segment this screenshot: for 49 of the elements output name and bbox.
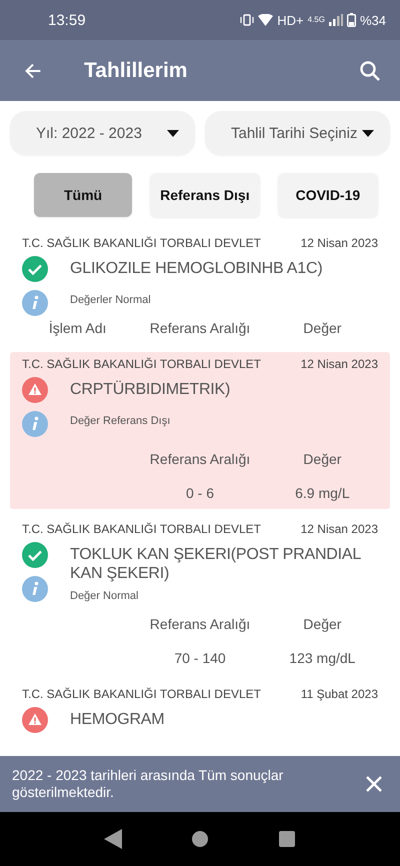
result-date: 12 Nisan 2023 [300,522,378,536]
filter-tab[interactable]: COVID-19 [278,173,378,217]
column-header: Referans Aralığı [148,320,252,336]
result-value: 123 mg/dL [288,650,356,666]
hospital-name: T.C. SAĞLIK BAKANLIĞI TORBALI DEVLET [22,357,261,371]
column-header: Değer [302,616,342,632]
recents-nav-icon[interactable] [278,830,296,848]
filter-dropdown[interactable]: Tahlil Tarihi Seçiniz [205,111,390,155]
column-header: Referans Aralığı [148,451,252,467]
result-note: Değerler Normal [70,294,152,308]
result-note: Değer Referans Dışı [70,415,172,429]
page-title: Tahlillerim [84,58,188,82]
battery-level: %34 [360,12,386,28]
info-icon [22,411,48,437]
network-type: 4.5G [308,14,325,24]
reference-range: 0 - 6 [184,485,215,501]
hospital-name: T.C. SAĞLIK BAKANLIĞI TORBALI DEVLET [22,236,261,250]
test-name: GLIKOZILE HEMOGLOBINHB A1C) [70,259,324,279]
column-header: İşlem Adı [48,320,108,336]
snackbar-message: 2022 - 2023 tarihleri arasında Tüm sonuçlar gösterilmektedir. [12,767,284,801]
result-date: 12 Nisan 2023 [300,236,378,250]
test-name: HEMOGRAM [70,710,166,729]
result-date: 11 Şubat 2023 [300,687,378,701]
test-name: CRPTÜRBIDIMETRIK) [70,380,232,400]
column-header: Referans Aralığı [148,616,252,632]
test-name: TOKLUK KAN ŞEKERI(POST PRANDIAL KAN ŞEKERI) [70,545,362,584]
filter-tab[interactable]: Tümü [34,173,132,217]
column-header: Değer [302,320,342,336]
column-header: Değer [302,451,342,467]
status-time: 13:59 [48,12,86,28]
back-nav-icon[interactable] [104,829,122,849]
signal-icon [328,14,343,26]
result-note: Değer Normal [70,590,140,602]
caret-icon [362,130,374,136]
battery-icon [346,13,356,27]
info-icon [22,290,48,316]
result-value: 6.9 mg/L [294,485,351,501]
network-label: HD+ [277,12,304,28]
filter-dropdown[interactable]: Yıl: 2022 - 2023 [10,111,195,155]
hospital-name: T.C. SAĞLIK BAKANLIĞI TORBALI DEVLET [22,687,261,701]
hospital-name: T.C. SAĞLIK BAKANLIĞI TORBALI DEVLET [22,522,261,536]
reference-range: 70 - 140 [173,650,227,666]
info-icon [22,576,48,602]
result-date: 12 Nisan 2023 [300,357,378,371]
wifi-icon [258,14,274,26]
home-nav-icon[interactable] [190,830,209,848]
caret-icon [167,130,179,136]
vibrate-icon [240,14,254,26]
filter-tab[interactable]: Referans Dışı [150,173,260,217]
